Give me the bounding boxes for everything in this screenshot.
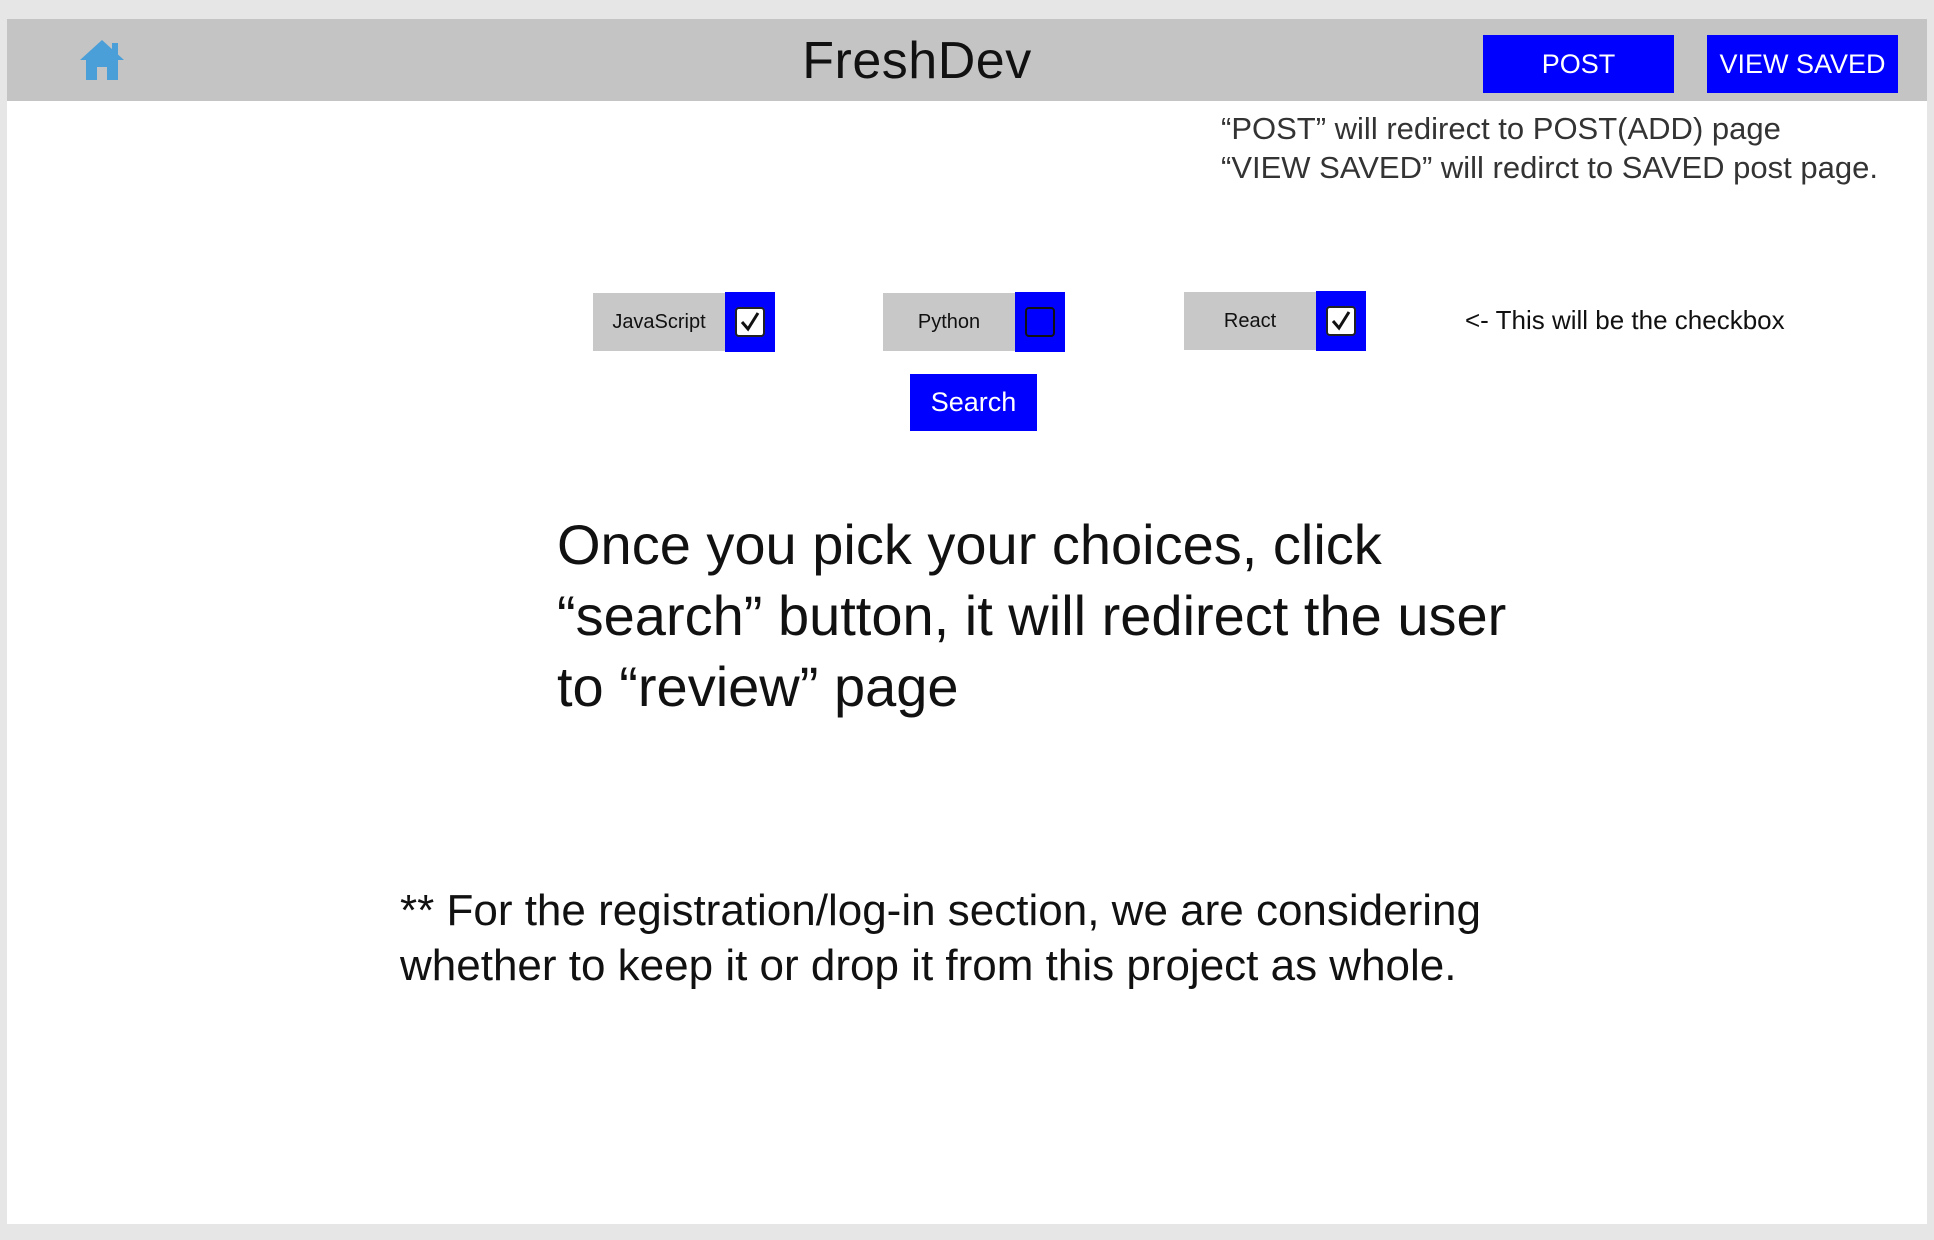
nav-annotation-line: “POST” will redirect to POST(ADD) page [1221, 111, 1781, 146]
post-button[interactable]: POST [1483, 35, 1674, 93]
wireframe-page: FreshDev POST VIEW SAVED “POST” will red… [7, 19, 1927, 1224]
nav-annotation: “POST” will redirect to POST(ADD) page “… [1221, 109, 1878, 187]
search-annotation: Once you pick your choices, click “searc… [557, 513, 1507, 718]
filter-label: React [1184, 292, 1316, 350]
filter-checkbox-react[interactable] [1316, 291, 1366, 351]
filter-label: Python [883, 293, 1015, 351]
filter-chip-react: React [1184, 291, 1366, 351]
filter-label: JavaScript [593, 293, 725, 351]
filter-chip-python: Python [883, 292, 1065, 352]
registration-annotation: ** For the registration/log-in section, … [400, 886, 1481, 990]
top-bar: FreshDev POST VIEW SAVED [7, 19, 1927, 101]
checkbox-annotation: <- This will be the checkbox [1465, 305, 1785, 335]
filter-chip-javascript: JavaScript [593, 292, 775, 352]
checkmark-icon [735, 307, 765, 337]
filter-checkbox-python[interactable] [1015, 292, 1065, 352]
filter-checkbox-javascript[interactable] [725, 292, 775, 352]
view-saved-button[interactable]: VIEW SAVED [1707, 35, 1898, 93]
empty-checkbox-icon [1025, 307, 1055, 337]
nav-annotation-line: “VIEW SAVED” will redirct to SAVED post … [1221, 150, 1878, 185]
checkmark-icon [1326, 306, 1356, 336]
search-button[interactable]: Search [910, 374, 1037, 431]
